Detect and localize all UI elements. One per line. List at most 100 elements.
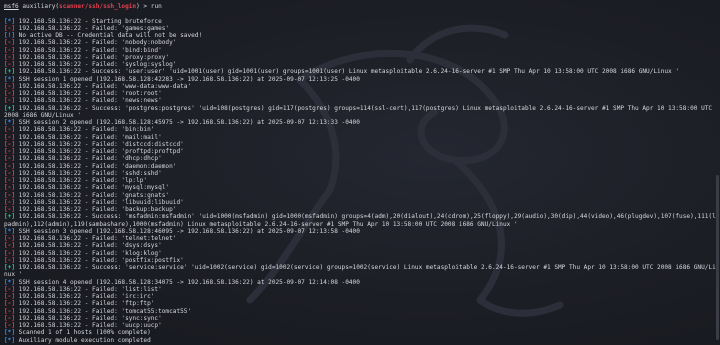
output-text: 192.168.58.136:22 - Failed: 'proftpd:pro…: [15, 148, 184, 155]
terminal-output: msf6 auxiliary(scanner/ssh/ssh_login) > …: [4, 3, 716, 344]
status-tag: [-]: [4, 314, 16, 322]
output-line: [-] 192.168.58.136:22 - Failed: 'lp:lp': [4, 177, 716, 184]
output-line: [-] 192.168.58.136:22 - Failed: 'daemon:…: [4, 163, 716, 170]
output-text: 192.168.58.136:22 - Failed: 'irc:irc': [15, 293, 155, 300]
status-tag: [*]: [4, 329, 16, 337]
output-text: 192.168.58.136:22 - Failed: 'libuuid:lib…: [15, 198, 184, 206]
output-line: [-] 192.168.58.136:22 - Failed: 'bind:bi…: [4, 47, 716, 54]
output-text: 192.168.58.136:22 - Failed: 'sync:sync': [15, 314, 162, 322]
output-line: [*] SSH session 3 opened (192.168.58.128…: [4, 228, 716, 235]
status-tag: [-]: [4, 90, 16, 97]
output-text: 192.168.58.136:22 - Failed: 'tomcat55:to…: [15, 307, 192, 315]
output-text: 192.168.58.136:22 - Success: 'msfadmin:m…: [4, 213, 716, 228]
output-line: [-] 192.168.58.136:22 - Failed: 'irc:irc…: [4, 293, 716, 300]
output-text: 192.168.58.136:22 - Failed: 'mysql:mysql…: [15, 184, 170, 192]
output-line: [*] Auxiliary module execution completed: [4, 337, 716, 344]
output-line: [-] 192.168.58.136:22 - Failed: 'syslog:…: [4, 61, 716, 68]
output-text: 192.168.58.136:22 - Failed: 'bin:bin': [15, 126, 155, 134]
output-line: [-] 192.168.58.136:22 - Failed: 'games:g…: [4, 25, 716, 32]
status-tag: [-]: [4, 307, 16, 315]
status-tag: [-]: [4, 242, 16, 250]
output-text: Auxiliary module execution completed: [15, 336, 151, 344]
status-tag: [-]: [4, 235, 16, 242]
output-line: [-] 192.168.58.136:22 - Failed: 'uucp:uu…: [4, 322, 716, 329]
status-tag: [+]: [4, 264, 16, 271]
scrollbar[interactable]: [716, 175, 719, 340]
output-text: 192.168.58.136:22 - Starting bruteforce: [15, 17, 162, 25]
status-tag: [-]: [4, 140, 16, 148]
output-line: [-] 192.168.58.136:22 - Failed: 'distccd…: [4, 141, 716, 148]
output-line: [-] 192.168.58.136:22 - Failed: 'nobody:…: [4, 39, 716, 46]
prompt-module-suffix: ) >: [136, 3, 151, 10]
prompt-module-prefix: auxiliary(: [18, 3, 60, 10]
output-text: SSH session 2 opened (192.168.58.128:459…: [15, 119, 360, 126]
output-text: 192.168.58.136:22 - Failed: 'dhcp:dhcp': [15, 155, 162, 163]
output-line: [-] 192.168.58.136:22 - Failed: 'gnats:g…: [4, 192, 716, 199]
output-text: SSH session 4 opened (192.168.58.128:340…: [15, 278, 360, 286]
status-tag: [*]: [4, 227, 16, 235]
output-line: [-] 192.168.58.136:22 - Failed: 'postfix…: [4, 257, 716, 264]
output-line: [-] 192.168.58.136:22 - Failed: 'klog:kl…: [4, 250, 716, 257]
output-text: 192.168.58.136:22 - Failed: 'mail:mail': [15, 133, 162, 141]
status-tag: [!]: [4, 32, 16, 39]
status-tag: [-]: [4, 133, 16, 141]
output-text: 192.168.58.136:22 - Success: 'service:se…: [4, 264, 716, 279]
output-line: [-] 192.168.58.136:22 - Failed: 'dhcp:dh…: [4, 155, 716, 162]
output-text: 192.168.58.136:22 - Failed: 'news:news': [15, 97, 162, 105]
prompt-module-name: scanner/ssh/ssh_login: [59, 3, 137, 10]
status-tag: [-]: [4, 24, 16, 32]
output-text: 192.168.58.136:22 - Success: 'postgres:p…: [4, 104, 716, 119]
status-tag: [-]: [4, 249, 16, 257]
output-text: 192.168.58.136:22 - Success: 'user:user'…: [15, 68, 680, 76]
output-line: [*] Scanned 1 of 1 hosts (100% complete): [4, 329, 716, 336]
status-tag: [-]: [4, 256, 16, 264]
status-tag: [*]: [4, 17, 16, 25]
output-line: [-] 192.168.58.136:22 - Failed: 'proftpd…: [4, 148, 716, 155]
output-text: 192.168.58.136:22 - Failed: 'root:root': [15, 90, 162, 97]
output-line: [!] No active DB -- Credential data will…: [4, 32, 716, 39]
status-tag: [-]: [4, 293, 16, 300]
output-text: 192.168.58.136:22 - Failed: 'daemon:daem…: [15, 162, 177, 170]
status-tag: [*]: [4, 336, 16, 344]
output-line: [-] 192.168.58.136:22 - Failed: 'proxy:p…: [4, 54, 716, 61]
output-line: [-] 192.168.58.136:22 - Failed: 'www-dat…: [4, 83, 716, 90]
status-tag: [*]: [4, 75, 16, 83]
output-text: 192.168.58.136:22 - Failed: 'sshd:sshd': [15, 169, 162, 177]
output-line: [-] 192.168.58.136:22 - Failed: 'ftp:ftp…: [4, 300, 716, 307]
output-line: [+] 192.168.58.136:22 - Success: 'postgr…: [4, 105, 716, 120]
status-tag: [-]: [4, 191, 16, 199]
output-text: 192.168.58.136:22 - Failed: 'www-data:ww…: [15, 82, 192, 90]
output-text: 192.168.58.136:22 - Failed: 'games:games…: [15, 24, 170, 32]
status-tag: [-]: [4, 300, 16, 308]
output-text: 192.168.58.136:22 - Failed: 'ftp:ftp': [15, 300, 155, 308]
output-line: [-] 192.168.58.136:22 - Failed: 'sshd:ss…: [4, 170, 716, 177]
output-text: 192.168.58.136:22 - Failed: 'postfix:pos…: [15, 256, 184, 264]
command-prompt[interactable]: msf6 auxiliary(scanner/ssh/ssh_login) > …: [4, 3, 716, 10]
output-line: [-] 192.168.58.136:22 - Failed: 'news:ne…: [4, 97, 716, 104]
status-tag: [-]: [4, 148, 16, 155]
status-tag: [+]: [4, 68, 16, 76]
status-tag: [-]: [4, 155, 16, 163]
output-line: [-] 192.168.58.136:22 - Failed: 'dsys:ds…: [4, 242, 716, 249]
status-tag: [-]: [4, 285, 16, 293]
output-line: [+] 192.168.58.136:22 - Success: 'servic…: [4, 264, 716, 279]
status-tag: [-]: [4, 198, 16, 206]
output-line: [-] 192.168.58.136:22 - Failed: 'root:ro…: [4, 90, 716, 97]
output-line: [-] 192.168.58.136:22 - Failed: 'mysql:m…: [4, 184, 716, 191]
output-line: [-] 192.168.58.136:22 - Failed: 'mail:ma…: [4, 134, 716, 141]
output-text: 192.168.58.136:22 - Failed: 'proxy:proxy…: [15, 53, 170, 61]
output-text: 192.168.58.136:22 - Failed: 'nobody:nobo…: [15, 39, 177, 47]
status-tag: [*]: [4, 119, 16, 126]
output-line: [+] 192.168.58.136:22 - Success: 'user:u…: [4, 68, 716, 75]
status-tag: [-]: [4, 46, 16, 54]
terminal-window[interactable]: msf6 auxiliary(scanner/ssh/ssh_login) > …: [0, 0, 720, 345]
output-text: 192.168.58.136:22 - Failed: 'distccd:dis…: [15, 140, 184, 148]
status-tag: [-]: [4, 126, 16, 134]
output-text: 192.168.58.136:22 - Failed: 'gnats:gnats…: [15, 191, 170, 199]
output-text: 192.168.58.136:22 - Failed: 'list:list': [15, 285, 162, 293]
prompt-command: run: [150, 3, 162, 10]
status-tag: [+]: [4, 213, 16, 221]
status-tag: [-]: [4, 322, 16, 329]
output-line: [*] SSH session 2 opened (192.168.58.128…: [4, 119, 716, 126]
